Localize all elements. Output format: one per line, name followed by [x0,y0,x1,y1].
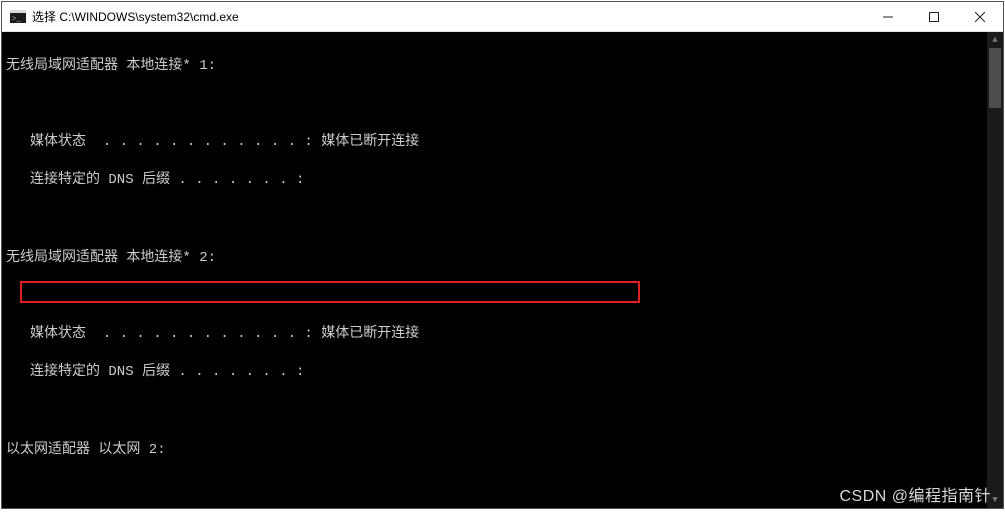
window-title: 选择 C:\WINDOWS\system32\cmd.exe [32,8,239,25]
adapter-header: 以太网适配器 以太网 2: [6,441,985,460]
blank-line [6,479,985,498]
terminal-content: 无线局域网适配器 本地连接* 1: 媒体状态 . . . . . . . . .… [2,36,1003,508]
dns-suffix-row: 连接特定的 DNS 后缀 . . . . . . . : [6,171,985,190]
scroll-up-icon[interactable]: ▲ [987,32,1003,48]
scrollbar[interactable]: ▲ ▼ [987,32,1003,508]
dns-suffix-label: 连接特定的 DNS 后缀 . . . . . . . : [30,172,304,188]
cmd-icon: >_ [10,10,26,24]
terminal-area[interactable]: 无线局域网适配器 本地连接* 1: 媒体状态 . . . . . . . . .… [2,32,1003,508]
dns-suffix-label: 连接特定的 DNS 后缀 . . . . . . . : [30,364,304,380]
adapter-header: 无线局域网适配器 本地连接* 2: [6,249,985,268]
dns-suffix-row: 连接特定的 DNS 后缀 . . . . . . . : [6,363,985,382]
watermark-text: CSDN @编程指南针 [839,482,991,506]
media-state-row: 媒体状态 . . . . . . . . . . . . : 媒体已断开连接 [6,133,985,152]
media-state-label: 媒体状态 . . . . . . . . . . . . : [30,326,321,342]
media-state-label: 媒体状态 . . . . . . . . . . . . : [30,134,321,150]
svg-text:>_: >_ [12,14,22,23]
window-controls [865,2,1003,31]
scroll-thumb[interactable] [989,48,1001,108]
close-button[interactable] [957,2,1003,31]
media-state-value: 媒体已断开连接 [321,134,419,150]
adapter-header: 无线局域网适配器 本地连接* 1: [6,57,985,76]
blank-line [6,401,985,420]
titlebar[interactable]: >_ 选择 C:\WINDOWS\system32\cmd.exe [2,2,1003,32]
cmd-window: >_ 选择 C:\WINDOWS\system32\cmd.exe 无线局域网适… [1,1,1004,509]
minimize-button[interactable] [865,2,911,31]
blank-line [6,95,985,114]
scroll-track[interactable] [987,48,1003,492]
media-state-row: 媒体状态 . . . . . . . . . . . . : 媒体已断开连接 [6,325,985,344]
blank-line [6,287,985,306]
blank-line [6,209,985,228]
maximize-button[interactable] [911,2,957,31]
media-state-value: 媒体已断开连接 [321,326,419,342]
